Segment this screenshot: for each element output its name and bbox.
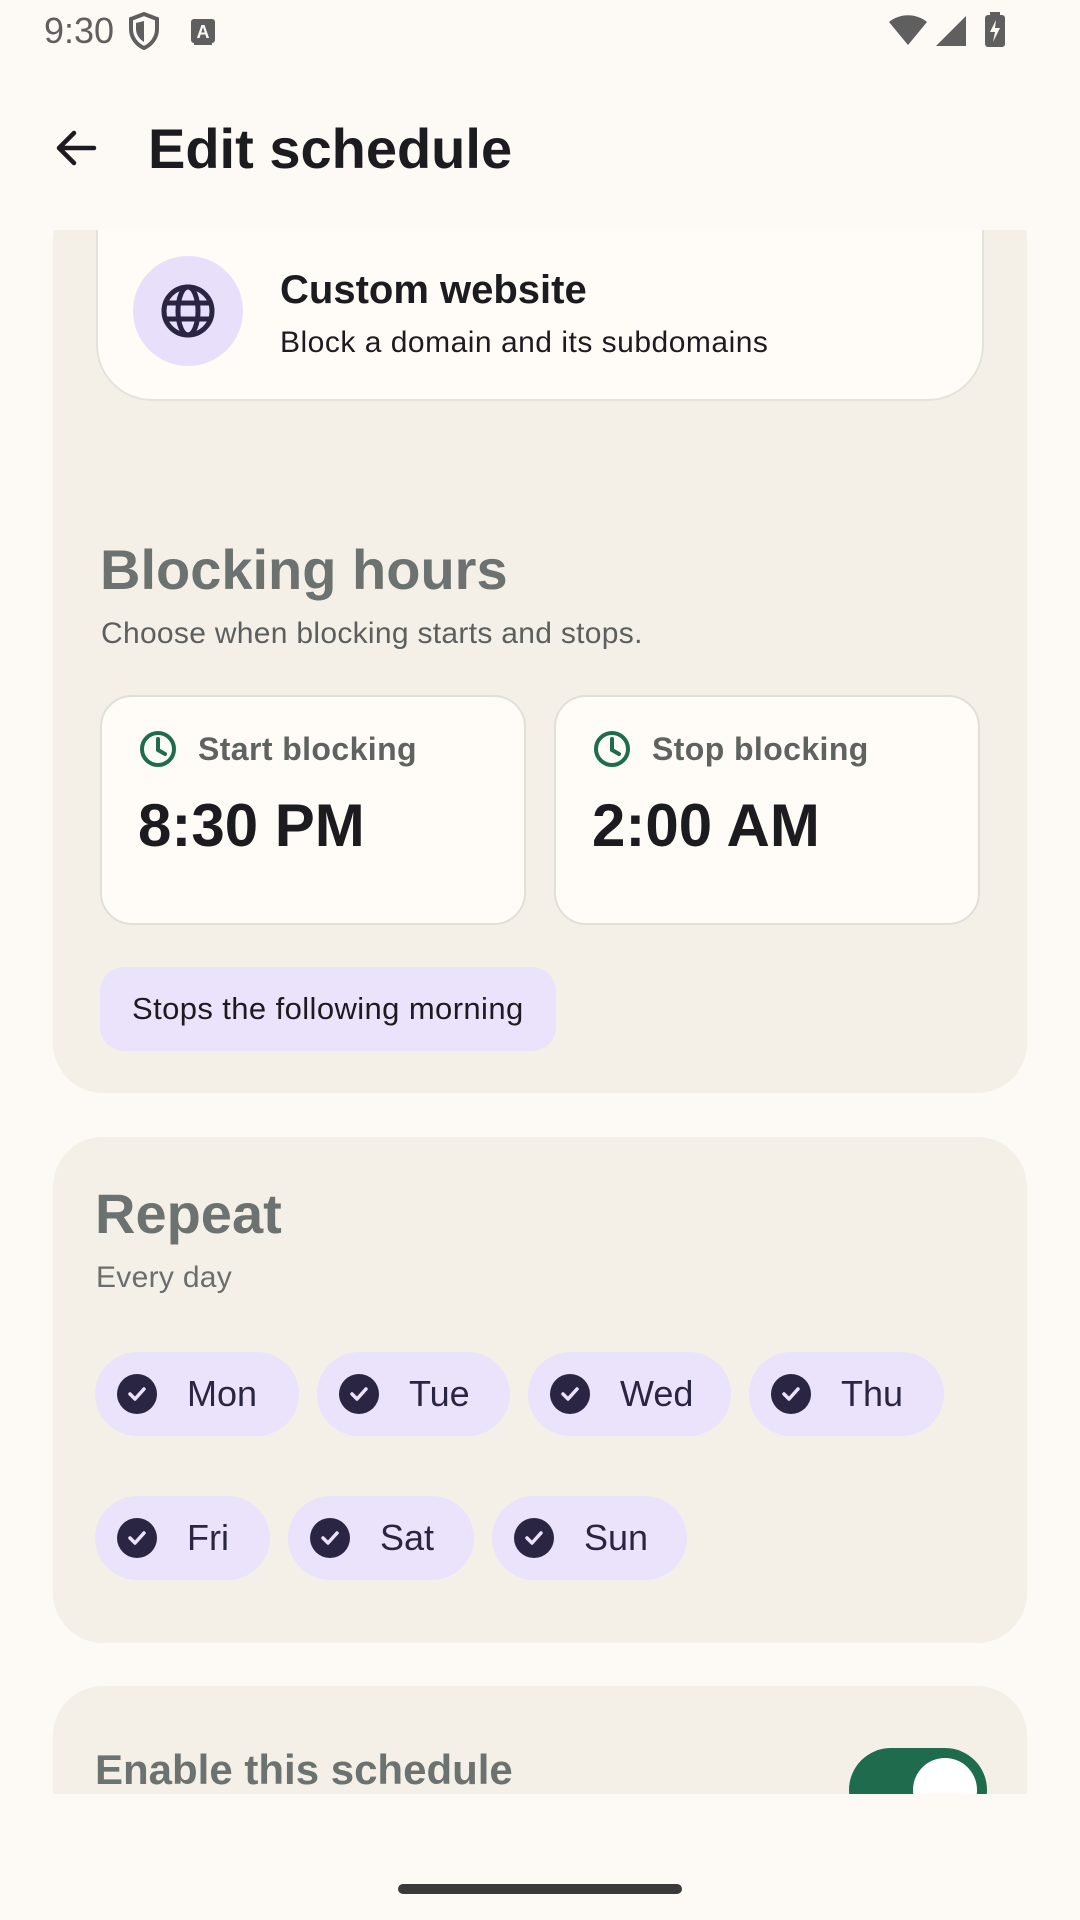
day-chip-mon[interactable]: Mon [95,1352,299,1436]
stop-blocking-time: 2:00 AM [592,792,820,859]
enable-schedule-label: Enable this schedule [95,1746,513,1793]
check-icon [514,1518,554,1558]
custom-website-title: Custom website [280,268,587,312]
check-icon [310,1518,350,1558]
day-chip-fri[interactable]: Fri [95,1496,270,1580]
blocking-hours-subtitle: Choose when blocking starts and stops. [101,617,643,650]
toggle-knob [913,1758,977,1794]
day-chip-tue[interactable]: Tue [317,1352,510,1436]
day-chip-thu[interactable]: Thu [749,1352,944,1436]
clock-icon [140,731,176,767]
globe-icon [161,284,215,338]
custom-website-option[interactable]: Custom website Block a domain and its su… [96,230,984,401]
check-icon [771,1374,811,1414]
repeat-title: Repeat [95,1182,282,1245]
shield-icon [128,11,160,55]
keyboard-a-icon: A [190,18,216,51]
check-icon [117,1518,157,1558]
svg-text:A: A [197,22,210,42]
day-label: Thu [841,1373,904,1414]
blocking-hours-card: Blocking hours Choose when blocking star… [53,487,1027,1093]
stop-blocking-field[interactable]: Stop blocking 2:00 AM [554,695,980,925]
app-bar: Edit schedule [0,88,1080,208]
check-icon [117,1374,157,1414]
check-icon [339,1374,379,1414]
status-time: 9:30 [44,10,115,51]
day-label: Sat [380,1517,435,1558]
custom-website-subtitle: Block a domain and its subdomains [280,326,769,359]
day-label: Fri [187,1517,229,1558]
gesture-nav-handle[interactable] [398,1884,682,1894]
day-chip-wed[interactable]: Wed [528,1352,731,1436]
wifi-icon [888,14,928,51]
globe-icon-circle [133,256,243,366]
start-blocking-label: Start blocking [198,730,417,767]
enable-schedule-card: Enable this schedule [53,1686,1027,1794]
page-title: Edit schedule [148,117,513,180]
day-chip-sat[interactable]: Sat [288,1496,474,1580]
check-icon [550,1374,590,1414]
day-label: Tue [409,1373,470,1414]
clock-icon [594,731,630,767]
day-chip-sun[interactable]: Sun [492,1496,687,1580]
cellular-signal-icon [934,14,968,53]
blocking-hours-title: Blocking hours [100,538,508,601]
content-scroll[interactable]: Custom website Block a domain and its su… [0,230,1080,1794]
status-bar: 9:30 A [0,0,1080,64]
enable-schedule-toggle[interactable] [849,1748,987,1794]
day-label: Mon [187,1373,258,1414]
repeat-subtitle: Every day [96,1261,233,1294]
start-blocking-time: 8:30 PM [138,792,365,859]
day-label: Sun [584,1517,649,1558]
arrow-back-icon [56,130,97,166]
stop-blocking-label: Stop blocking [652,730,869,767]
repeat-card: Repeat Every day Mon Tue Wed Thu Fri Sat [53,1137,1027,1643]
day-label: Wed [620,1373,694,1414]
next-morning-note: Stops the following morning [100,967,556,1051]
back-button[interactable] [40,112,112,184]
start-blocking-field[interactable]: Start blocking 8:30 PM [100,695,526,925]
battery-charging-icon [984,12,1006,53]
